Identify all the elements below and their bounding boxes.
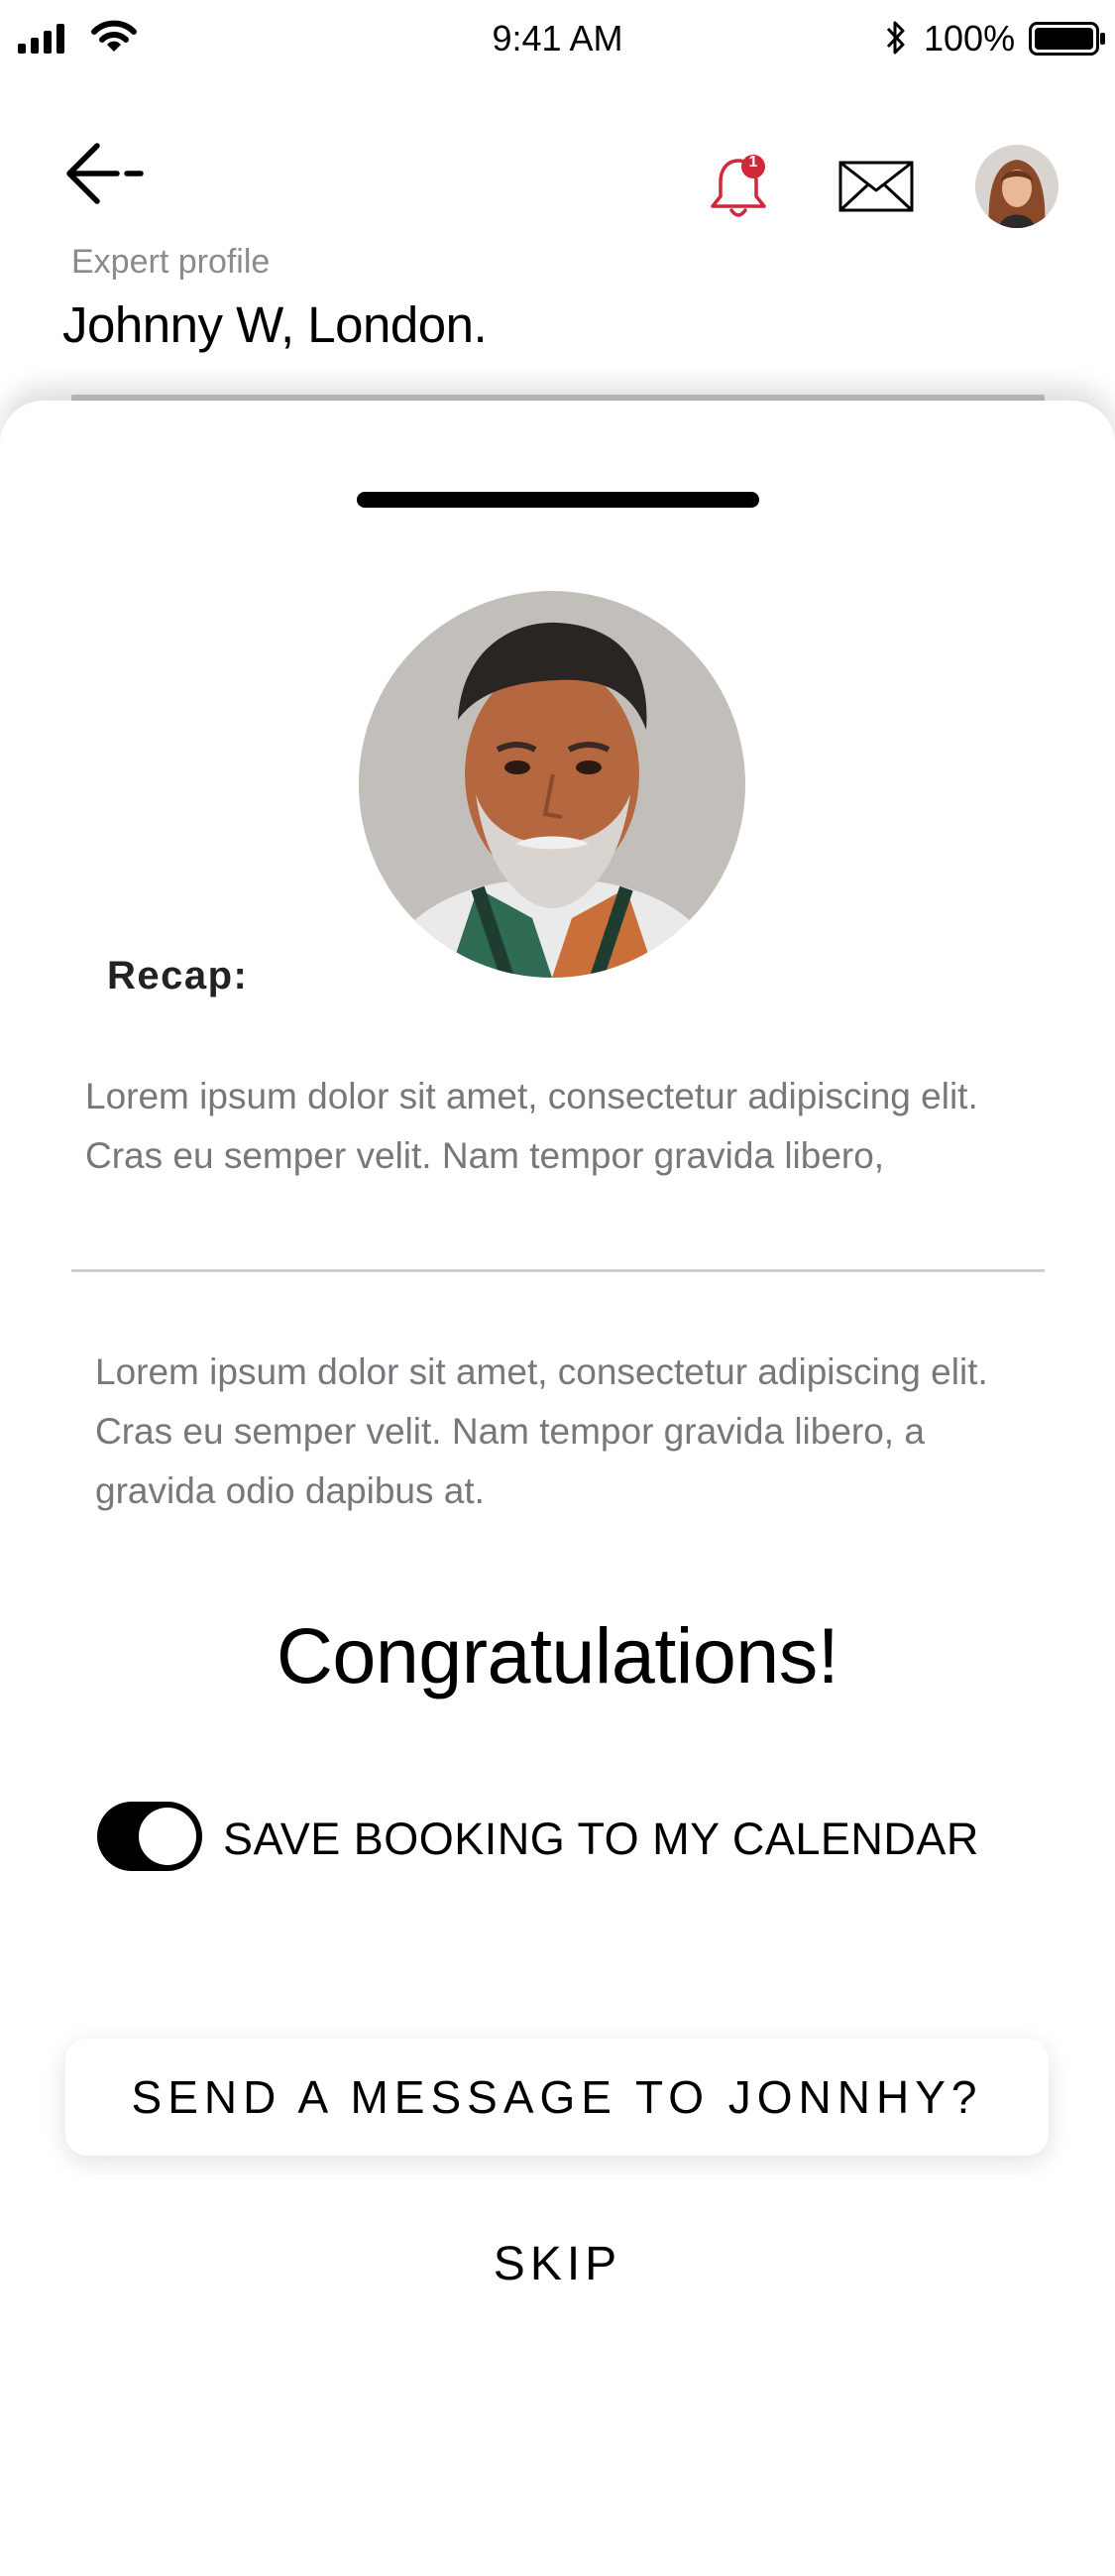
page-title: Johnny W, London.	[62, 296, 488, 353]
toggle-knob	[139, 1808, 196, 1865]
back-arrow-icon	[66, 143, 144, 204]
messages-button[interactable]	[838, 159, 914, 214]
expert-portrait-illustration	[359, 591, 745, 978]
expert-photo	[359, 591, 745, 978]
user-avatar[interactable]	[975, 145, 1059, 228]
divider	[71, 1269, 1045, 1272]
status-bar: 9:41 AM 100%	[0, 0, 1115, 79]
skip-button[interactable]: SKIP	[0, 2237, 1115, 2291]
page-kicker: Expert profile	[71, 243, 271, 281]
booking-confirmation-sheet: Recap: Lorem ipsum dolor sit amet, conse…	[0, 401, 1115, 2576]
recap-text: Lorem ipsum dolor sit amet, consectetur …	[85, 1076, 978, 1176]
avatar	[975, 145, 1059, 228]
recap-label: Recap:	[107, 954, 249, 997]
save-calendar-toggle[interactable]	[97, 1802, 202, 1871]
notifications-button[interactable]: 1	[708, 151, 771, 222]
battery-icon	[1029, 22, 1105, 56]
battery-percentage: 100%	[924, 18, 1016, 59]
bluetooth-icon	[886, 21, 905, 55]
notification-badge-count: 1	[748, 154, 758, 171]
booking-description: Lorem ipsum dolor sit amet, consectetur …	[95, 1351, 988, 1511]
congratulations-heading: Congratulations!	[276, 1611, 839, 1699]
send-message-button[interactable]: SEND A MESSAGE TO JONNHY?	[65, 2039, 1049, 2156]
mail-icon	[838, 161, 914, 212]
save-calendar-label[interactable]: SAVE BOOKING TO MY CALENDAR	[223, 1814, 979, 1865]
sheet-grabber-handle[interactable]	[357, 492, 759, 508]
back-button[interactable]	[61, 139, 147, 208]
